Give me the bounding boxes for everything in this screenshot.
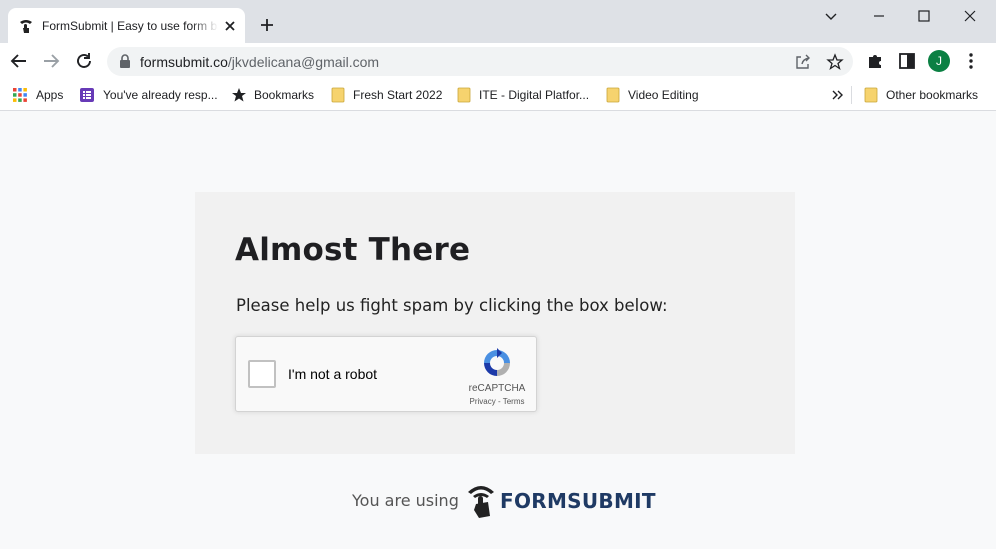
folder-icon (331, 87, 345, 103)
page-title: Almost There (235, 232, 471, 268)
minimize-icon[interactable] (869, 6, 889, 26)
extensions-puzzle-icon[interactable] (864, 50, 886, 72)
tab-search-chevron-icon[interactable] (821, 6, 841, 26)
bookmark-folder-video-editing[interactable]: Video Editing (605, 86, 705, 104)
browser-tab[interactable]: FormSubmit | Easy to use form backend (8, 8, 245, 43)
folder-icon (864, 87, 878, 103)
bookmark-label: Apps (36, 88, 64, 102)
formsubmit-favicon-icon (20, 20, 32, 33)
bookmark-folder-ite[interactable]: ITE - Digital Platfor... (456, 86, 592, 104)
folder-icon (606, 87, 620, 103)
formsubmit-brand[interactable]: FORMSUBMIT (500, 489, 656, 513)
title-bar: FormSubmit | Easy to use form backend (0, 0, 996, 43)
address-bar[interactable]: formsubmit.co/jkvdelicana@gmail.com (107, 47, 853, 76)
apps-grid-icon (13, 88, 27, 102)
footer-text: You are using (352, 491, 459, 510)
recaptcha-widget: I'm not a robot reCAPTCHA Privacy - Term… (235, 336, 537, 412)
bookmark-forms[interactable]: You've already resp... (79, 86, 219, 104)
bookmark-label: You've already resp... (103, 88, 218, 102)
page-content: Almost There Please help us fight spam b… (0, 112, 996, 549)
forward-arrow-icon[interactable] (40, 50, 62, 72)
bookmark-label: Other bookmarks (886, 88, 979, 102)
star-icon (232, 88, 246, 102)
browser-toolbar: formsubmit.co/jkvdelicana@gmail.com J (0, 43, 996, 79)
reload-icon[interactable] (73, 50, 95, 72)
back-arrow-icon[interactable] (8, 50, 30, 72)
instruction-text: Please help us fight spam by clicking th… (236, 296, 668, 315)
side-panel-icon[interactable] (896, 50, 918, 72)
bookmark-label: ITE - Digital Platfor... (479, 88, 590, 102)
bookmark-label: Video Editing (628, 88, 699, 102)
url-path: /jkvdelicana@gmail.com (227, 54, 380, 70)
bookmark-bookmarks[interactable]: Bookmarks (231, 86, 317, 104)
bookmark-label: Fresh Start 2022 (353, 88, 443, 102)
other-bookmarks[interactable]: Other bookmarks (863, 86, 991, 104)
new-tab-icon[interactable] (258, 16, 276, 34)
recaptcha-privacy-terms-link[interactable]: Privacy - Terms (456, 397, 538, 406)
recaptcha-checkbox[interactable] (248, 360, 276, 388)
bookmarks-bar: Apps You've already resp... Bookmarks Fr… (0, 79, 996, 111)
lock-icon (120, 54, 130, 68)
recaptcha-logo-icon (484, 348, 510, 376)
url-domain: formsubmit.co (140, 54, 228, 70)
share-icon[interactable] (793, 52, 813, 72)
tab-title: FormSubmit | Easy to use form backend (42, 19, 218, 33)
folder-icon (457, 87, 471, 103)
recaptcha-brand: reCAPTCHA (468, 383, 526, 394)
bookmark-folder-fresh-start[interactable]: Fresh Start 2022 (330, 86, 442, 104)
verification-card: Almost There Please help us fight spam b… (195, 192, 795, 454)
bookmark-label: Bookmarks (254, 88, 315, 102)
bookmarks-divider (851, 86, 852, 104)
maximize-icon[interactable] (914, 6, 934, 26)
formsubmit-hand-icon (468, 486, 494, 518)
profile-avatar[interactable]: J (928, 50, 950, 72)
bookmark-star-icon[interactable] (825, 52, 845, 72)
forms-icon (80, 88, 94, 102)
recaptcha-label: I'm not a robot (288, 366, 378, 382)
bookmark-apps[interactable]: Apps (12, 86, 68, 104)
close-window-icon[interactable] (960, 6, 980, 26)
more-menu-icon[interactable] (960, 50, 982, 72)
close-tab-icon[interactable] (221, 17, 239, 35)
url-text: formsubmit.co/jkvdelicana@gmail.com (140, 54, 379, 70)
chevron-double-right-icon[interactable] (829, 87, 845, 103)
